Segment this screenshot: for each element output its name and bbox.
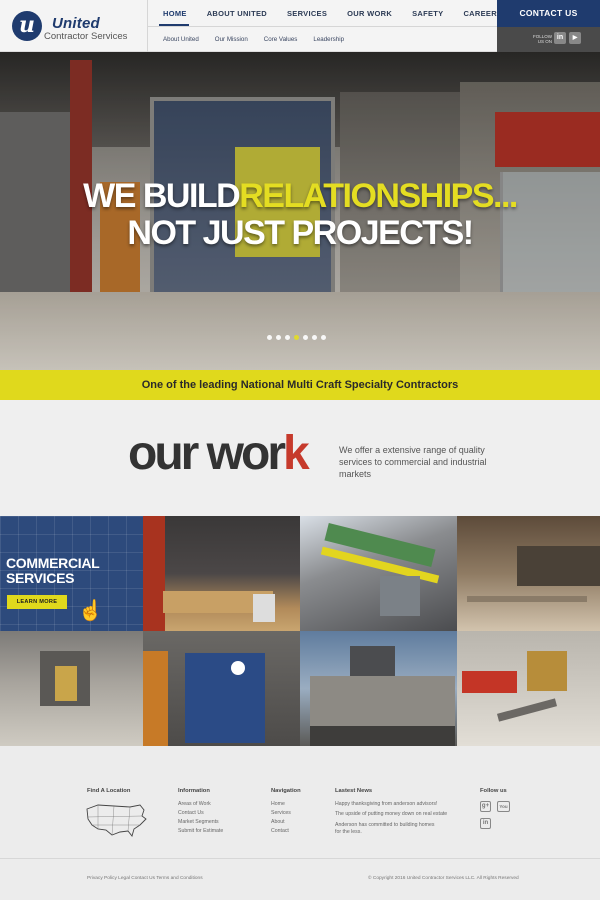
tile-decor [231,661,245,675]
logo-subtitle: Contractor Services [44,31,128,42]
tile-photo-containers[interactable] [143,631,300,746]
footer-navigation-heading: Navigation [271,788,301,794]
our-work-description: We offer a extensive range of quality se… [339,445,487,479]
tile-photo-industrial-roof[interactable] [300,516,457,631]
site-footer: Find A Location Information Areas of Wor… [0,746,600,900]
nav-safety[interactable]: SAFETY [412,9,443,18]
footer-news-heading: Lastest News [335,788,373,794]
nav-our-work[interactable]: OUR WORK [347,9,392,18]
tile-decor [185,653,265,743]
sub-nav: About United Our Mission Core Values Lea… [148,27,497,52]
tile-title-line2: SERVICES [6,570,75,586]
hero-headline-line2: NOT JUST PROJECTS! [127,214,474,252]
site-header: u United Contractor Services HOME ABOUT … [0,0,600,52]
tile-title-line1: COMMERCIAL [6,555,100,571]
subnav-our-mission[interactable]: Our Mission [215,36,248,43]
tile-photo-warehouse[interactable] [0,631,143,746]
us-map-icon[interactable] [84,801,148,839]
nav-about-united[interactable]: ABOUT UNITED [207,9,267,18]
logo-name: United [52,15,100,32]
hero-slider[interactable]: WE BUILD RELATIONSHIPS... NOT JUST PROJE… [0,52,600,370]
tagline-banner: One of the leading National Multi Craft … [0,370,600,400]
footer-link-submit-estimate[interactable]: Submit for Estimate [178,828,223,834]
tile-decor [350,646,395,676]
tile-decor [253,594,275,622]
tile-photo-reception-desk[interactable] [143,516,300,631]
learn-more-button[interactable]: LEARN MORE [7,595,67,609]
footer-news-item[interactable]: Happy thanksgiving from anderson advisor… [335,801,437,807]
footer-news-item[interactable]: Anderson has committed to building homes [335,822,434,828]
footer-link-market-segments[interactable]: Market Segments [178,819,219,825]
subnav-about-united[interactable]: About United [163,36,199,43]
follow-label: FOLLOW US ON [533,34,552,44]
main-nav: HOME ABOUT UNITED SERVICES OUR WORK SAFE… [148,0,502,27]
slider-dot[interactable] [303,335,308,340]
footer-information-heading: Information [178,788,210,794]
our-work-title-c: k [283,427,310,480]
footer-link-areas-of-work[interactable]: Areas of Work [178,801,211,807]
linkedin-icon[interactable]: in [480,818,491,829]
youtube-icon[interactable]: ▶ [569,32,581,44]
footer-link-contact[interactable]: Contact [271,828,289,834]
tile-decor [143,516,165,631]
slider-dot[interactable] [312,335,317,340]
footer-link-home[interactable]: Home [271,801,285,807]
logo[interactable]: u United Contractor Services [10,10,150,44]
our-work-section: our work We offer a extensive range of q… [0,400,600,516]
slider-dot-active[interactable] [294,335,299,340]
footer-find-location-heading: Find A Location [87,788,131,794]
tile-commercial-services[interactable]: COMMERCIAL SERVICES LEARN MORE ☝ [0,516,143,631]
slider-dot[interactable] [285,335,290,340]
footer-link-contact-us[interactable]: Contact Us [178,810,204,816]
subnav-core-values[interactable]: Core Values [264,36,298,43]
subnav-leadership[interactable]: Leadership [313,36,344,43]
work-grid: COMMERCIAL SERVICES LEARN MORE ☝ [0,516,600,746]
linkedin-icon[interactable]: in [554,32,566,44]
tile-photo-cafeteria[interactable] [457,631,600,746]
slider-dot[interactable] [276,335,281,340]
footer-follow-heading: Follow us [480,788,507,794]
footer-legal-links[interactable]: Privacy Policy Legal Contact Us Terms an… [87,876,203,881]
google-plus-icon[interactable]: g+ [480,801,491,812]
tile-photo-building-exterior[interactable] [300,631,457,746]
tile-decor [527,651,567,691]
nav-home[interactable]: HOME [163,9,187,18]
our-work-title-a: our [128,427,207,480]
footer-copyright: © Copyright 2016 United Contractor Servi… [368,876,519,881]
slider-dot[interactable] [321,335,326,340]
tile-decor [467,596,587,602]
tile-decor [462,671,517,693]
footer-news-item[interactable]: The upside of putting money down on real… [335,811,447,817]
tile-decor [517,546,600,586]
hand-cursor-icon: ☝ [78,600,103,622]
tile-photo-dining-area[interactable] [457,516,600,631]
nav-services[interactable]: SERVICES [287,9,327,18]
footer-link-about[interactable]: About [271,819,285,825]
tile-decor [380,576,420,616]
tile-commercial-title: COMMERCIAL SERVICES [6,555,100,586]
hero-headline-highlight: RELATIONSHIPS... [239,177,518,215]
footer-link-services[interactable]: Services [271,810,291,816]
tile-decor [496,698,558,722]
follow-box: FOLLOW US ON in ▶ [497,27,600,52]
our-work-title-b: wor [206,427,286,480]
slider-dot[interactable] [267,335,272,340]
tile-decor [143,651,168,746]
follow-label-line2: US ON [537,39,553,44]
our-work-title: our work [128,427,310,480]
logo-mark: u [12,11,42,41]
footer-divider [0,858,600,859]
contact-us-button[interactable]: CONTACT US [497,0,600,27]
footer-news-item-continued[interactable]: for the less. [335,829,362,835]
tile-decor [55,666,77,701]
slider-dots [267,335,326,340]
tile-decor [310,676,455,726]
youtube-icon[interactable]: You [497,801,510,812]
hero-headline-white: WE BUILD [83,177,241,215]
hero-headline-line1: WE BUILD RELATIONSHIPS... [0,177,600,216]
tile-decor [310,726,455,746]
